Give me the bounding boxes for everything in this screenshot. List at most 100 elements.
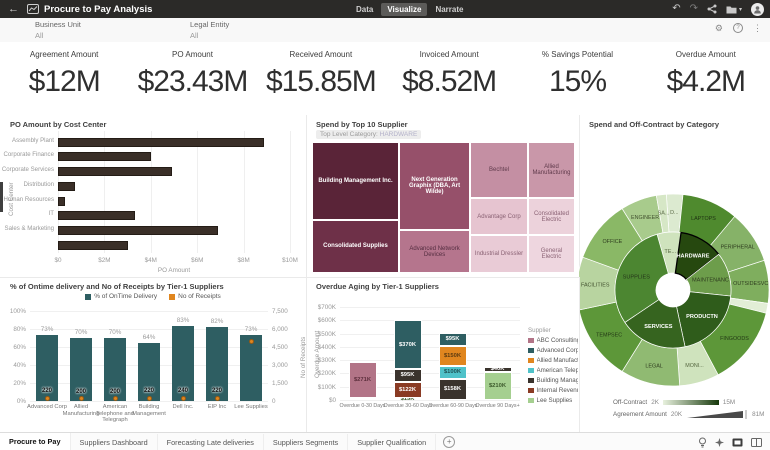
segment-label: $95K xyxy=(446,336,460,342)
bar-blank[interactable] xyxy=(58,241,128,250)
story-tab-forecasting-late-deliveries[interactable]: Forecasting Late deliveries xyxy=(158,434,264,450)
segment-Lee-Supplies[interactable]: $15K xyxy=(394,398,422,400)
receipts-dot[interactable] xyxy=(215,396,220,401)
kpi-tile[interactable]: PO Amount$23.43M xyxy=(128,42,256,115)
receipts-dot[interactable] xyxy=(249,339,254,344)
segment-Building-Manage-[interactable]: $40K xyxy=(484,367,512,372)
segment-American-Telepho-[interactable]: $100K xyxy=(439,366,467,379)
treemap-cell[interactable]: Bechtel xyxy=(470,142,528,198)
segment-label: $271K xyxy=(354,377,371,383)
bar-Distribution[interactable] xyxy=(58,182,75,191)
kpi-tile[interactable]: Invoiced Amount$8.52M xyxy=(385,42,513,115)
treemap-cell[interactable]: Building Management Inc. xyxy=(312,142,399,220)
bar-Sales & Marketing[interactable] xyxy=(58,226,218,235)
kpi-tile[interactable]: % Savings Potential15% xyxy=(513,42,641,115)
help-icon[interactable]: ? xyxy=(733,23,743,33)
panel-overdue-aging: Overdue Aging by Tier-1 Suppliers $0$100… xyxy=(306,277,580,432)
legend-item[interactable]: Building Manage... xyxy=(528,377,578,384)
legend-item[interactable]: ABC Consulting xyxy=(528,337,578,344)
segment-label: HARDWARE xyxy=(677,253,710,259)
tab-data[interactable]: Data xyxy=(350,3,379,16)
treemap-cell[interactable]: Advanced Network Devices xyxy=(399,230,470,273)
story-tab-suppliers-segments[interactable]: Suppliers Segments xyxy=(264,434,348,450)
receipts-dot[interactable] xyxy=(79,396,84,401)
segment-Advanced-Corp[interactable] xyxy=(349,398,377,400)
left-panel-handle[interactable] xyxy=(0,182,3,212)
tab-visualize[interactable]: Visualize xyxy=(381,3,427,16)
segment-Internal-Revenue-[interactable]: $122K xyxy=(394,382,422,398)
save-icon[interactable]: ▾ xyxy=(726,5,742,14)
segment-label: OFFICE xyxy=(602,239,622,245)
undo-icon[interactable]: ↶ xyxy=(672,4,680,14)
receipts-dot[interactable] xyxy=(113,396,118,401)
legend-swatch xyxy=(528,398,534,404)
add-page-icon[interactable]: + xyxy=(443,436,455,448)
app-root: ← Procure to Pay Analysis DataVisualizeN… xyxy=(0,0,770,450)
filter-value[interactable]: All xyxy=(35,31,81,40)
filter-bar: Business UnitAllLegal EntityAll ⚙ ? ⋮ xyxy=(0,18,770,43)
settings-icon[interactable]: ⚙ xyxy=(715,24,723,33)
kpi-label: PO Amount xyxy=(128,50,256,59)
treemap-cell[interactable]: Allied Manufacturing xyxy=(528,142,575,198)
ontime-bar[interactable] xyxy=(240,335,262,401)
y-category: Assembly Plant xyxy=(0,137,54,144)
segment-ABC-Consulting[interactable]: $271K xyxy=(349,362,377,398)
chip-value: HARDWARE xyxy=(380,131,418,138)
receipts-dot[interactable] xyxy=(45,396,50,401)
treemap-cell[interactable]: Advantage Corp xyxy=(470,198,528,235)
mode-tabs: DataVisualizeNarrate xyxy=(350,0,469,18)
redo-icon[interactable]: ↷ xyxy=(690,4,698,14)
receipts-dot[interactable] xyxy=(181,396,186,401)
story-tab-suppliers-dashboard[interactable]: Suppliers Dashboard xyxy=(71,434,158,450)
legend-label: Agreement Amount xyxy=(613,411,667,418)
gridline xyxy=(30,311,268,312)
segment-Building-Manage-[interactable]: $158K xyxy=(439,379,467,400)
treemap-cell[interactable]: Consolidated Electric xyxy=(528,198,575,235)
treemap-cell[interactable]: Consolidated Supplies xyxy=(312,220,399,273)
story-tab-procure-to-pay[interactable]: Procure to Pay xyxy=(0,433,71,450)
legend-item[interactable]: Lee Supplies xyxy=(528,397,578,404)
filter-bar-icons: ⚙ ? ⋮ xyxy=(715,23,762,33)
filter-value[interactable]: All xyxy=(190,31,229,40)
bar-Assembly Plant[interactable] xyxy=(58,138,264,147)
share-icon[interactable] xyxy=(707,4,717,14)
segment-label: SA... xyxy=(658,211,670,217)
bar-IT[interactable] xyxy=(58,211,135,220)
treemap-cell[interactable]: Industrial Dressler xyxy=(470,235,528,273)
kpi-tile[interactable]: Overdue Amount$4.2M xyxy=(642,42,770,115)
filter-chip[interactable]: Top Level Category: HARDWARE xyxy=(316,130,421,139)
legend-item[interactable]: Allied Manufacturing xyxy=(528,357,578,364)
tab-narrate[interactable]: Narrate xyxy=(429,3,469,16)
legend-item[interactable]: Internal Revenue... xyxy=(528,387,578,394)
legend-item[interactable]: Advanced Corp xyxy=(528,347,578,354)
treemap-cell[interactable]: General Electric xyxy=(528,235,575,273)
y-right-tick: 0 xyxy=(272,398,298,405)
more-options-icon[interactable]: ⋮ xyxy=(753,24,762,33)
story-tab-supplier-qualification[interactable]: Supplier Qualification xyxy=(348,434,436,450)
gridline xyxy=(340,334,520,335)
segment-Advanced-Corp[interactable]: $95K xyxy=(439,333,467,346)
bar-Corporate Finance[interactable] xyxy=(58,152,151,161)
bar-Human Resources[interactable] xyxy=(58,197,65,206)
kpi-tile[interactable]: Agreement Amount$12M xyxy=(0,42,128,115)
quick-menu-icon[interactable] xyxy=(715,438,724,447)
y-left-tick: 0% xyxy=(0,398,26,405)
bar-Corporate Services[interactable] xyxy=(58,167,172,176)
segment-Building-Manage-[interactable]: $95K xyxy=(394,369,422,382)
kpi-tile[interactable]: Received Amount$15.85M xyxy=(257,42,385,115)
grid-view-icon[interactable] xyxy=(751,438,762,447)
receipts-dot[interactable] xyxy=(147,396,152,401)
segment-label: FINGOODS xyxy=(720,336,749,342)
legend-item[interactable]: American Telepho... xyxy=(528,367,578,374)
avatar[interactable] xyxy=(751,3,764,16)
segment-Allied-Manufacturing[interactable]: $150K xyxy=(439,346,467,366)
segment-label: LEGAL xyxy=(645,364,662,370)
y-tick: $100K xyxy=(306,384,336,391)
back-icon[interactable]: ← xyxy=(8,3,19,15)
segment-Lee-Supplies[interactable]: $210K xyxy=(484,372,512,400)
segment-Advanced-Corp[interactable]: $370K xyxy=(394,320,422,369)
legend-swatch xyxy=(528,338,534,344)
insight-icon[interactable] xyxy=(698,437,707,448)
canvas-view-icon[interactable] xyxy=(732,438,743,447)
treemap-cell[interactable]: Next Generation Graphix (DBA, Art Wilde) xyxy=(399,142,470,230)
